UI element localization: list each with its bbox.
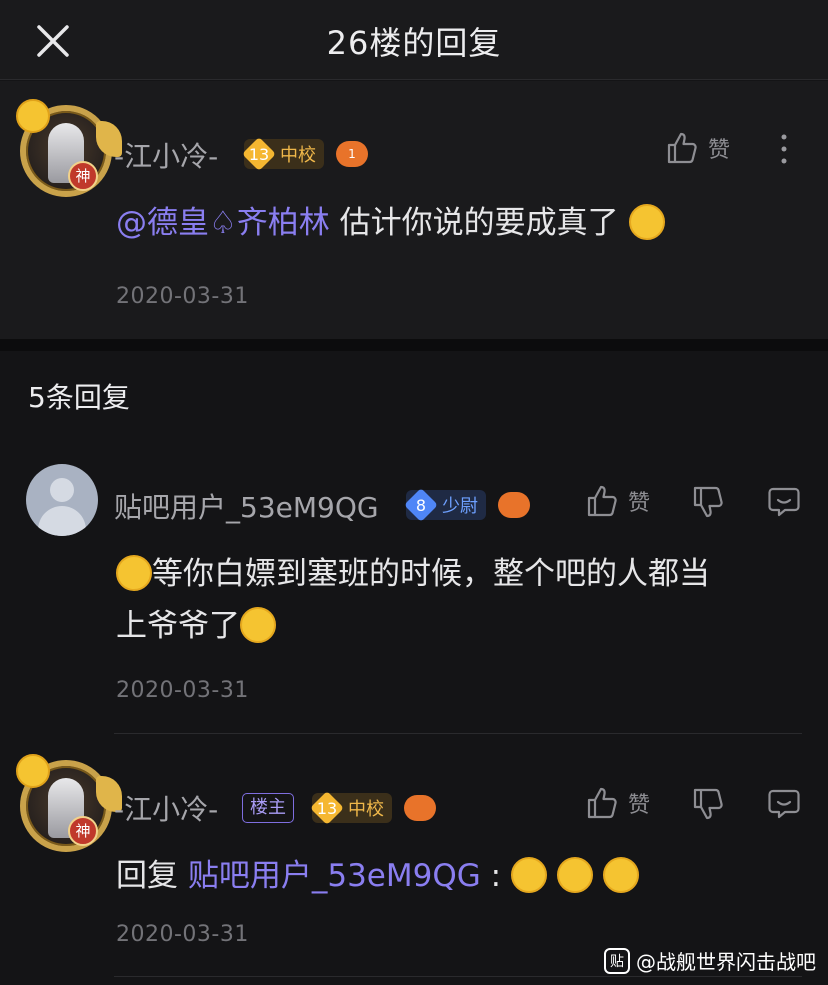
reply-text-line: 等你白嫖到塞班的时候，整个吧的人都当 bbox=[152, 556, 710, 592]
username[interactable]: -江小冷- bbox=[114, 788, 218, 828]
mention-link[interactable]: 贴吧用户_53eM9QG bbox=[188, 858, 481, 894]
thumbs-down-icon bbox=[693, 788, 723, 820]
thumbs-up-icon bbox=[587, 485, 617, 517]
replies-count-title: 5条回复 bbox=[28, 381, 130, 414]
post-date: 2020-03-31 bbox=[116, 284, 249, 309]
dislike-button[interactable] bbox=[688, 784, 728, 824]
game-controller-icon bbox=[498, 492, 530, 518]
smug-emoji-icon bbox=[240, 606, 276, 643]
avatar[interactable]: 神 bbox=[16, 754, 122, 852]
reply-separator bbox=[114, 976, 802, 977]
reply-separator bbox=[114, 733, 802, 734]
reply-colon: : bbox=[480, 858, 502, 894]
main-post: 神 -江小冷- 13 中校 1 赞 @德皇♤齐柏林 估计你说的要成真了 2020… bbox=[0, 81, 828, 339]
level-badge: 8 少尉 bbox=[406, 490, 486, 520]
game-controller-icon bbox=[404, 795, 436, 821]
reply-prefix: 回复 bbox=[116, 858, 188, 894]
comment-button[interactable] bbox=[764, 482, 804, 522]
top-bar: 26楼的回复 bbox=[0, 0, 828, 80]
god-badge-icon: 神 bbox=[68, 161, 98, 191]
mention-link[interactable]: @德皇♤齐柏林 bbox=[116, 205, 330, 241]
comment-smile-icon bbox=[768, 487, 800, 517]
avatar[interactable]: 神 bbox=[16, 99, 122, 197]
comment-smile-icon bbox=[768, 789, 800, 819]
username[interactable]: 贴吧用户_53eM9QG bbox=[114, 486, 379, 526]
reply-content: 回复 贴吧用户_53eM9QG : bbox=[116, 850, 639, 902]
smiley-emoji-icon bbox=[16, 99, 50, 133]
like-label: 赞 bbox=[708, 138, 731, 163]
reply-date: 2020-03-31 bbox=[116, 922, 249, 947]
comment-button[interactable] bbox=[764, 784, 804, 824]
section-divider bbox=[0, 339, 828, 351]
watermark-text: @战舰世界闪击战吧 bbox=[636, 950, 816, 974]
god-badge-icon: 神 bbox=[68, 816, 98, 846]
reply-date: 2020-03-31 bbox=[116, 678, 249, 703]
tieba-logo-icon: 贴 bbox=[604, 947, 630, 974]
smug-emoji-icon bbox=[556, 856, 593, 893]
level-badge: 13 中校 bbox=[312, 793, 392, 823]
avatar-body bbox=[38, 506, 86, 536]
post-content: @德皇♤齐柏林 估计你说的要成真了 bbox=[116, 197, 665, 249]
sick-emoji-icon bbox=[510, 856, 547, 893]
level-diamond-icon: 13 bbox=[310, 791, 344, 825]
dislike-button[interactable] bbox=[688, 482, 728, 522]
game-controller-icon: 1 bbox=[336, 141, 368, 167]
username[interactable]: -江小冷- bbox=[114, 135, 218, 175]
level-diamond-icon: 13 bbox=[242, 137, 276, 171]
watermark: 贴 @战舰世界闪击战吧 bbox=[604, 946, 816, 975]
reply-content: 等你白嫖到塞班的时候，整个吧的人都当 bbox=[116, 548, 710, 600]
avatar-head bbox=[50, 478, 74, 502]
post-text: 估计你说的要成真了 bbox=[329, 205, 619, 241]
level-badge: 13 中校 bbox=[244, 139, 324, 169]
reply-text-line: 上爷爷了 bbox=[116, 608, 240, 644]
smiley-emoji-icon bbox=[16, 754, 50, 788]
level-diamond-icon: 8 bbox=[404, 488, 438, 522]
like-button[interactable]: 赞 bbox=[586, 786, 650, 820]
rank-label: 中校 bbox=[348, 799, 384, 820]
thread-author-tag: 楼主 bbox=[242, 793, 294, 823]
smug-emoji-icon bbox=[116, 554, 152, 591]
like-button[interactable]: 赞 bbox=[666, 131, 730, 165]
laughing-tears-emoji-icon bbox=[602, 856, 639, 893]
like-label: 赞 bbox=[628, 491, 651, 516]
more-vertical-icon bbox=[781, 134, 787, 164]
rank-label: 中校 bbox=[280, 145, 316, 166]
like-button[interactable]: 赞 bbox=[586, 484, 650, 518]
page-title: 26楼的回复 bbox=[326, 24, 502, 62]
crying-emoji-icon bbox=[628, 203, 665, 240]
reply-content-line2: 上爷爷了 bbox=[116, 600, 276, 652]
thumbs-up-icon bbox=[587, 787, 617, 819]
like-label: 赞 bbox=[628, 793, 651, 818]
avatar[interactable] bbox=[26, 464, 98, 536]
thumbs-up-icon bbox=[667, 132, 697, 164]
thumbs-down-icon bbox=[693, 486, 723, 518]
more-options-button[interactable] bbox=[764, 129, 804, 169]
rank-label: 少尉 bbox=[442, 496, 478, 517]
